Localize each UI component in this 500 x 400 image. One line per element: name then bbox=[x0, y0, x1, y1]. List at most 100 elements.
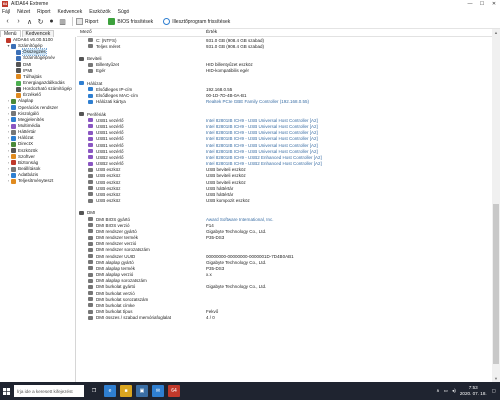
device-icon bbox=[88, 284, 93, 289]
grid-header: Mező Érték bbox=[77, 29, 492, 37]
explorer-icon[interactable]: ■ bbox=[120, 385, 132, 397]
value-cell[interactable]: Intel 82801IB ICH9 - USB Universal Host … bbox=[203, 118, 492, 123]
notifications-icon[interactable]: ▢ bbox=[492, 388, 496, 394]
table-row[interactable]: USB1 vezérlő Intel 82801IB ICH9 - USB Uni… bbox=[77, 136, 492, 142]
field-cell: USB eszköz bbox=[77, 167, 203, 172]
tree-item-icon bbox=[11, 129, 16, 135]
network-icon[interactable]: ▭ bbox=[444, 388, 448, 394]
table-row[interactable]: USB2 vezérlő Intel 82801IB ICH9 - USB2 En… bbox=[77, 160, 492, 166]
table-row[interactable]: USB1 vezérlő Intel 82801IB ICH9 - USB Uni… bbox=[77, 117, 492, 123]
table-row[interactable]: DMI alaplap verzió x.x bbox=[77, 272, 492, 278]
field-label: USB1 vezérlő bbox=[96, 148, 124, 154]
table-row[interactable]: USB eszköz USB beviteli eszköz bbox=[77, 179, 492, 185]
tree-item[interactable]: › Teljesítményteszt bbox=[0, 178, 75, 184]
scrollbar-thumb[interactable] bbox=[493, 204, 499, 364]
table-row[interactable]: DMI alaplap gyártó Gigabyte Technology Co… bbox=[77, 259, 492, 265]
table-row[interactable]: USB1 vezérlő Intel 82801IB ICH9 - USB Uni… bbox=[77, 123, 492, 129]
value-column-header[interactable]: Érték bbox=[203, 29, 492, 36]
field-label: USB eszköz bbox=[96, 167, 121, 173]
value-cell[interactable]: Intel 82801IB ICH9 - USB Universal Host … bbox=[203, 124, 492, 129]
value-cell: 00-1D-7D-4B-0A-B1 bbox=[206, 93, 247, 99]
menu-help[interactable]: Súgó bbox=[118, 9, 130, 15]
table-row[interactable]: DMI rendszer gyártó Gigabyte Technology C… bbox=[77, 228, 492, 234]
table-row[interactable]: DMI rendszer termék P35-DS3 bbox=[77, 235, 492, 241]
menu-view[interactable]: Nézet bbox=[17, 9, 30, 15]
field-column-header[interactable]: Mező bbox=[77, 29, 203, 36]
minimize-button[interactable]: — bbox=[464, 0, 476, 8]
menu-file[interactable]: Fájl bbox=[2, 9, 10, 15]
table-row[interactable]: USB eszköz USB beviteli eszköz bbox=[77, 167, 492, 173]
value-cell[interactable]: Intel 82801IB ICH9 - USB Universal Host … bbox=[203, 149, 492, 154]
driver-update-button[interactable]: Illesztőprogram frissítések bbox=[163, 18, 230, 25]
table-row[interactable]: USB eszköz USB beviteli eszköz bbox=[77, 173, 492, 179]
store-icon[interactable]: ▣ bbox=[136, 385, 148, 397]
table-row[interactable]: USB eszköz USB kompozit eszköz bbox=[77, 197, 492, 203]
scroll-down-icon[interactable]: ▼ bbox=[492, 375, 500, 382]
menu-tools[interactable]: Eszközök bbox=[89, 9, 110, 15]
tree-item-icon bbox=[11, 111, 16, 117]
table-row[interactable]: DMI rendszer UUID 00000000-00000000-00000… bbox=[77, 253, 492, 259]
up-icon[interactable]: ∧ bbox=[25, 17, 34, 26]
field-label: DMI BIOS gyártó bbox=[96, 216, 131, 222]
table-row[interactable]: DMI összes / szabad memóriafoglalat 4 / 0 bbox=[77, 315, 492, 321]
field-cell: Elsődleges MAC-cím bbox=[77, 93, 203, 98]
volume-icon[interactable]: ◂) bbox=[452, 388, 456, 394]
value-cell[interactable]: Intel 82801IB ICH9 - USB2 Enhanced Host … bbox=[203, 155, 492, 160]
device-icon bbox=[88, 192, 93, 197]
bios-update-button[interactable]: BIOS frissítések bbox=[108, 18, 153, 25]
edge-icon[interactable]: e bbox=[104, 385, 116, 397]
menu-report[interactable]: Riport bbox=[37, 9, 50, 15]
tab-menu[interactable]: Menü bbox=[0, 30, 21, 37]
scroll-up-icon[interactable]: ▲ bbox=[492, 29, 500, 36]
start-button[interactable] bbox=[0, 382, 12, 400]
table-row[interactable]: USB1 vezérlő Intel 82801IB ICH9 - USB Uni… bbox=[77, 148, 492, 154]
table-row[interactable]: DMI alaplap termék P35-DS3 bbox=[77, 265, 492, 271]
report-button[interactable]: Riport bbox=[76, 18, 98, 25]
table-row[interactable]: USB1 vezérlő Intel 82801IB ICH9 - USB Uni… bbox=[77, 142, 492, 148]
value-cell[interactable]: Intel 82801IB ICH9 - USB Universal Host … bbox=[203, 143, 492, 148]
table-row[interactable]: USB eszköz USB háttértár bbox=[77, 185, 492, 191]
table-row[interactable]: Teljes méret 931.0 GB (908.4 GB szabad) bbox=[77, 43, 492, 49]
table-row[interactable]: Egér HID-kompatibilis egér bbox=[77, 68, 492, 74]
table-row[interactable]: Elsődleges IP-cím 192.168.0.55 bbox=[77, 86, 492, 92]
back-icon[interactable]: ‹ bbox=[3, 17, 12, 26]
field-label: DMI rendszer termék bbox=[96, 235, 139, 241]
notification-arrow-icon[interactable]: ∧ bbox=[436, 388, 439, 394]
chart-icon[interactable]: ▥ bbox=[58, 17, 67, 26]
table-row[interactable]: USB2 vezérlő Intel 82801IB ICH9 - USB2 En… bbox=[77, 154, 492, 160]
value-cell: HID billentyűzet eszköz bbox=[206, 62, 253, 68]
table-row[interactable]: DMI BIOS gyártó Award Software Internatio… bbox=[77, 216, 492, 222]
table-row[interactable]: DMI burkolat típus Fekvő bbox=[77, 309, 492, 315]
field-label: DMI alaplap gyártó bbox=[96, 259, 134, 265]
forward-icon[interactable]: › bbox=[14, 17, 23, 26]
close-button[interactable]: ✕ bbox=[488, 0, 500, 8]
value-cell[interactable]: Intel 82801IB ICH9 - USB Universal Host … bbox=[203, 136, 492, 141]
table-row[interactable]: C: (NTFS) 931.0 GB (908.4 GB szabad) bbox=[77, 37, 492, 43]
menu-favorites[interactable]: Kedvencek bbox=[57, 9, 82, 15]
refresh-icon[interactable]: ↻ bbox=[36, 17, 45, 26]
task-view-icon[interactable]: ❐ bbox=[88, 385, 100, 397]
value-cell[interactable]: Realtek PCIe GBE Family Controller (192.… bbox=[203, 99, 492, 104]
maximize-button[interactable]: ☐ bbox=[476, 0, 488, 8]
aida64-icon[interactable]: 64 bbox=[168, 385, 180, 397]
table-row[interactable]: DMI BIOS verzió F14 bbox=[77, 222, 492, 228]
table-row[interactable]: DMI burkolat gyártó Gigabyte Technology C… bbox=[77, 284, 492, 290]
vertical-scrollbar[interactable]: ▲ ▼ bbox=[492, 29, 500, 382]
table-row[interactable]: Elsődleges MAC-cím 00-1D-7D-4B-0A-B1 bbox=[77, 93, 492, 99]
taskbar-search-input[interactable]: Írja ide a keresett kifejezést bbox=[14, 385, 84, 397]
clock-date: 2020. 07. 18. bbox=[459, 391, 487, 396]
window-title: AIDA64 Extreme bbox=[11, 1, 49, 7]
value-cell[interactable]: Intel 82801IB ICH9 - USB Universal Host … bbox=[203, 130, 492, 135]
table-row[interactable]: Billentyűzet HID billentyűzet eszköz bbox=[77, 62, 492, 68]
value-cell[interactable]: Award Software International, Inc. bbox=[203, 217, 492, 222]
table-row[interactable]: Hálózati kártya Realtek PCIe GBE Family C… bbox=[77, 99, 492, 105]
table-row[interactable]: USB1 vezérlő Intel 82801IB ICH9 - USB Uni… bbox=[77, 130, 492, 136]
tree-item-icon bbox=[11, 160, 16, 166]
user-icon[interactable]: ● bbox=[47, 17, 56, 26]
search-placeholder: Írja ide a keresett kifejezést bbox=[17, 388, 73, 394]
tab-favorites[interactable]: Kedvencek bbox=[21, 30, 55, 37]
value-cell[interactable]: Intel 82801IB ICH9 - USB2 Enhanced Host … bbox=[203, 161, 492, 166]
mail-icon[interactable]: ✉ bbox=[152, 385, 164, 397]
table-row[interactable]: USB eszköz USB háttértár bbox=[77, 191, 492, 197]
clock[interactable]: 7:53 2020. 07. 18. bbox=[460, 385, 487, 397]
